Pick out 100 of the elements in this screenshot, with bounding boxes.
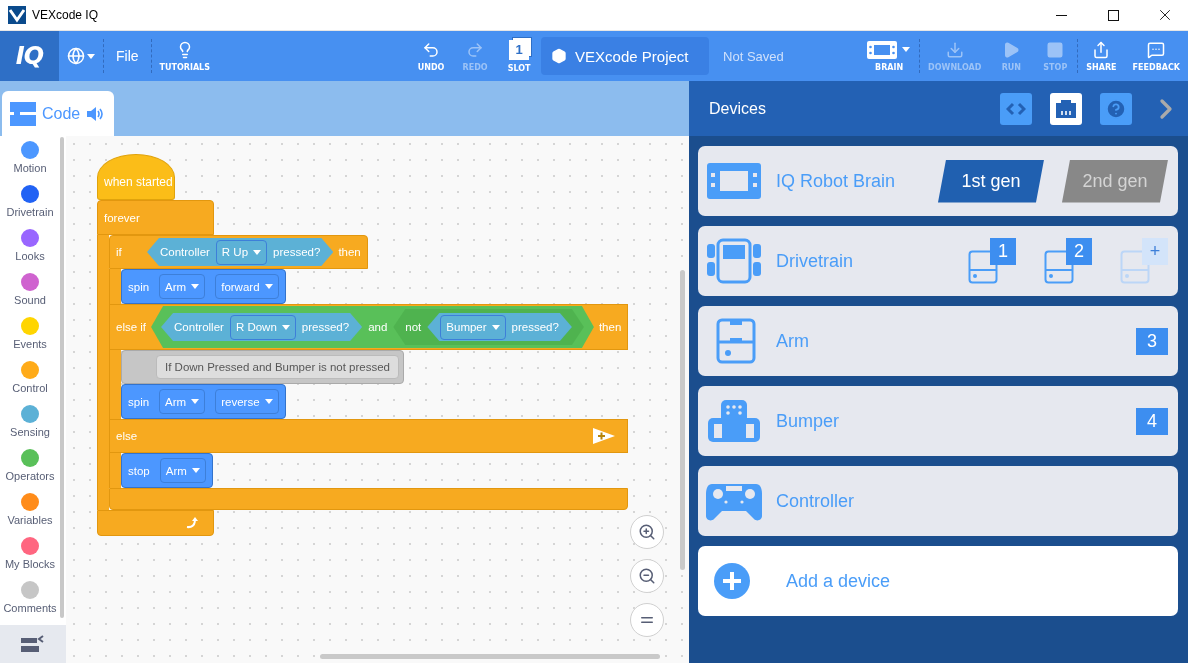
category-item[interactable]: Drivetrain	[0, 185, 60, 229]
block-label: then	[598, 321, 622, 333]
window-title: VEXcode IQ	[32, 8, 100, 22]
slot-number: 1	[509, 39, 530, 60]
device-card[interactable]: Drivetrain 1 2 +	[698, 226, 1178, 296]
caret-icon	[191, 399, 200, 404]
device-name: Bumper	[776, 410, 841, 432]
app-logo-icon	[8, 6, 26, 24]
port-button[interactable]: +	[1120, 238, 1168, 284]
help-icon	[1105, 97, 1127, 120]
speaker-icon	[86, 104, 105, 123]
block-label: pressed?	[511, 321, 559, 333]
project-name-field[interactable]: VEXcode Project	[541, 37, 710, 75]
speech-bubble-icon	[1147, 40, 1166, 59]
comment-block[interactable]: If Down Pressed and Bumper is not pressed	[121, 350, 404, 384]
device-name: IQ Robot Brain	[776, 170, 897, 192]
undo-icon	[422, 40, 441, 59]
motion-block[interactable]: spin Arm forward	[121, 269, 286, 304]
view-button[interactable]	[1050, 92, 1082, 125]
dropdown[interactable]: Arm	[159, 458, 206, 483]
category-item[interactable]: Events	[0, 317, 60, 361]
code-canvas[interactable]	[66, 136, 689, 663]
if-block-header[interactable]: else	[109, 419, 629, 453]
file-menu[interactable]: File	[104, 31, 151, 81]
toolbar-button-label: STOP	[1043, 62, 1068, 72]
hat-block[interactable]: when started	[97, 154, 175, 200]
download-icon	[945, 40, 964, 59]
category-item[interactable]: Control	[0, 361, 60, 405]
category-item[interactable]: Motion	[0, 141, 60, 185]
operator-block[interactable]: Controller R Down pressed? and not Bumper pressed?	[151, 306, 594, 348]
category-item[interactable]: My Blocks	[0, 537, 60, 581]
port-button[interactable]: 2	[1044, 238, 1092, 284]
toolbar-button[interactable]: UNDO	[409, 31, 454, 81]
caret-icon	[191, 284, 200, 289]
if-block-header[interactable]: if Controller R Up pressed? then	[109, 235, 368, 269]
port-button[interactable]: 1	[968, 238, 1016, 284]
device-card[interactable]: Bumper 4	[698, 386, 1178, 456]
forever-block-header[interactable]: forever	[97, 200, 214, 235]
generation-button[interactable]: 2nd gen	[1062, 159, 1168, 203]
toolbar-button[interactable]: TUTORIALS	[151, 31, 218, 81]
operator-block[interactable]: not Bumper pressed?	[393, 309, 584, 345]
caret-icon	[491, 324, 500, 330]
device-card[interactable]: IQ Robot Brain 1st gen 2nd gen	[698, 146, 1178, 216]
caret-icon	[191, 468, 200, 473]
app-logo[interactable]: IQ	[0, 31, 59, 81]
caret-icon	[264, 399, 273, 404]
device-card[interactable]: Controller	[698, 466, 1178, 536]
if-block-header[interactable]: else if Controller R Down pressed? and not Bumper pressed? then	[109, 304, 629, 350]
category-item[interactable]: Looks	[0, 229, 60, 273]
port-button[interactable]: 4	[1136, 407, 1168, 435]
bumper-sensor-icon	[706, 397, 762, 445]
extensions-button[interactable]	[0, 625, 66, 663]
plus-circle-icon	[714, 563, 750, 599]
robot-base-icon	[706, 237, 762, 285]
sensing-block[interactable]: Bumper pressed?	[427, 313, 572, 341]
sensing-block[interactable]: Controller R Down pressed?	[161, 313, 363, 341]
slot-button[interactable]: 1 SLOT	[497, 31, 542, 81]
dropdown[interactable]: reverse	[215, 389, 279, 414]
category-item[interactable]: Sensing	[0, 405, 60, 449]
block-label: Controller	[174, 321, 224, 333]
dropdown[interactable]: R Up	[215, 239, 268, 265]
toolbar-button[interactable]: FEEDBACK	[1124, 31, 1188, 81]
sensing-block[interactable]: Controller R Up pressed?	[147, 238, 334, 266]
toolbar-button[interactable]: SHARE	[1078, 31, 1125, 81]
block-label: Controller	[160, 246, 210, 258]
category-item[interactable]: Comments	[0, 581, 60, 625]
motion-block[interactable]: spin Arm reverse	[121, 384, 286, 419]
block-label: then	[338, 246, 361, 258]
code-tab[interactable]: Code	[2, 91, 114, 136]
port-number: 2	[1066, 238, 1092, 265]
caret-icon	[281, 324, 290, 330]
comment-text[interactable]: If Down Pressed and Bumper is not pressed	[156, 355, 399, 379]
block-label: stop	[128, 464, 150, 477]
dropdown[interactable]: forward	[215, 274, 279, 299]
category-item[interactable]: Operators	[0, 449, 60, 493]
dropdown[interactable]: R Down	[229, 314, 296, 340]
dropdown[interactable]: Arm	[159, 389, 206, 414]
scrollbar[interactable]	[320, 654, 660, 659]
toolbar-button-label: TUTORIALS	[159, 62, 210, 72]
toolbar-button-label: DOWNLOAD	[928, 62, 982, 72]
category-item[interactable]: Sound	[0, 273, 60, 317]
zoom-in-button[interactable]	[630, 515, 664, 549]
code-tab-label: Code	[42, 104, 81, 123]
generation-button[interactable]: 1st gen	[938, 159, 1044, 203]
hexagon-icon	[551, 48, 568, 64]
device-card[interactable]: Arm 3	[698, 306, 1178, 376]
scrollbar[interactable]	[60, 137, 64, 618]
toolbar-button[interactable]: BRAIN	[859, 31, 920, 81]
dropdown[interactable]: Bumper	[440, 314, 506, 340]
zoom-out-button[interactable]	[630, 559, 664, 593]
dropdown[interactable]: Arm	[159, 274, 206, 299]
category-item[interactable]: Variables	[0, 493, 60, 537]
brain-icon	[867, 40, 912, 59]
motion-block[interactable]: stop Arm	[121, 453, 213, 488]
reset-zoom-button[interactable]	[630, 603, 664, 637]
block-label: pressed?	[301, 321, 350, 333]
port-button[interactable]: 3	[1136, 327, 1168, 355]
panel-title: Devices	[709, 99, 767, 118]
scrollbar[interactable]	[680, 270, 685, 570]
add-device-button[interactable]: Add a device	[698, 546, 1178, 616]
